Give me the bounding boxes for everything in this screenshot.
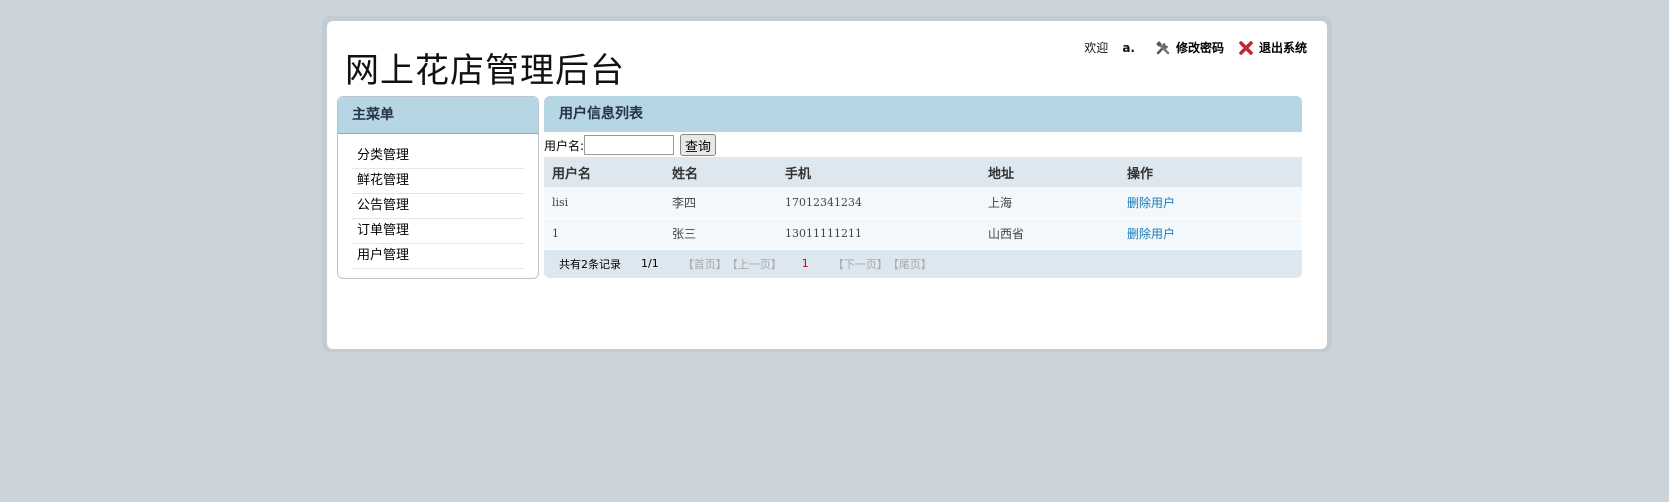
sidebar-item-orders[interactable]: 订单管理 (352, 219, 524, 244)
next-page-link[interactable]: 【下一页】 (833, 256, 888, 272)
sidebar-item-flowers[interactable]: 鲜花管理 (352, 169, 524, 194)
table-header-row: 用户名 姓名 手机 地址 操作 (544, 157, 1302, 187)
cell-action: 删除用户 (1119, 218, 1302, 249)
welcome-label: 欢迎 (1084, 41, 1109, 55)
search-row: 用户名: 查询 (544, 133, 1302, 157)
main-panel: 网上花店管理后台 欢迎 a. 修改密码 退出系统 主菜单 分类管理 鲜花管理 公… (327, 21, 1327, 349)
main-content: 用户信息列表 用户名: 查询 用户名 姓名 手机 地址 操作 lisi 李四 1… (544, 96, 1302, 278)
delete-user-link[interactable]: 删除用户 (1127, 227, 1175, 241)
total-records: 共有2条记录 (559, 257, 621, 271)
table-row: 1 张三 13011111211 山西省 删除用户 (544, 218, 1302, 249)
cell-address: 上海 (988, 195, 1013, 210)
column-header-action: 操作 (1127, 166, 1154, 182)
column-header-username: 用户名 (552, 166, 592, 182)
prev-page-link[interactable]: 【上一页】 (727, 256, 782, 272)
logout-label: 退出系统 (1258, 41, 1307, 55)
cell-action: 删除用户 (1119, 187, 1302, 218)
delete-user-link[interactable]: 删除用户 (1127, 196, 1175, 210)
table-row: lisi 李四 17012341234 上海 删除用户 (544, 187, 1302, 218)
search-button[interactable]: 查询 (680, 134, 717, 156)
main-title: 用户信息列表 (544, 96, 1302, 132)
cell-address: 山西省 (988, 227, 1025, 241)
username: a. (1122, 40, 1135, 55)
close-icon (1239, 40, 1253, 55)
change-password-label: 修改密码 (1175, 41, 1224, 55)
sidebar-item-notices[interactable]: 公告管理 (352, 194, 524, 219)
current-page: 1 (801, 257, 809, 270)
page-info: 1/1 (641, 257, 659, 270)
column-header-name: 姓名 (672, 166, 699, 182)
column-header-phone: 手机 (785, 166, 812, 182)
column-header-address: 地址 (988, 166, 1015, 182)
cell-name: 张三 (672, 227, 697, 241)
logout-link[interactable]: 退出系统 (1238, 39, 1307, 56)
page-title: 网上花店管理后台 (345, 51, 625, 91)
sidebar-item-category[interactable]: 分类管理 (352, 144, 524, 169)
cell-username: 1 (552, 227, 559, 240)
cell-phone: 13011111211 (785, 227, 862, 240)
cell-name: 李四 (672, 195, 697, 210)
sidebar-item-users[interactable]: 用户管理 (352, 244, 524, 269)
first-page-link[interactable]: 【首页】 (683, 256, 727, 272)
pagination: 共有2条记录 1/1 【首页】 【上一页】 1 【下一页】 【尾页】 (544, 249, 1302, 278)
user-table: 用户名 姓名 手机 地址 操作 lisi 李四 17012341234 上海 删… (544, 157, 1302, 250)
cell-username: lisi (552, 195, 569, 209)
tools-icon (1156, 40, 1170, 54)
sidebar-menu: 分类管理 鲜花管理 公告管理 订单管理 用户管理 (352, 144, 524, 269)
search-label: 用户名: (544, 138, 585, 153)
cell-phone: 17012341234 (785, 195, 862, 209)
sidebar: 主菜单 分类管理 鲜花管理 公告管理 订单管理 用户管理 (337, 96, 539, 279)
top-bar: 欢迎 a. 修改密码 退出系统 (1084, 39, 1307, 56)
change-password-link[interactable]: 修改密码 (1155, 39, 1224, 56)
username-search-input[interactable] (584, 135, 675, 155)
sidebar-title: 主菜单 (338, 97, 538, 134)
last-page-link[interactable]: 【尾页】 (888, 256, 932, 272)
